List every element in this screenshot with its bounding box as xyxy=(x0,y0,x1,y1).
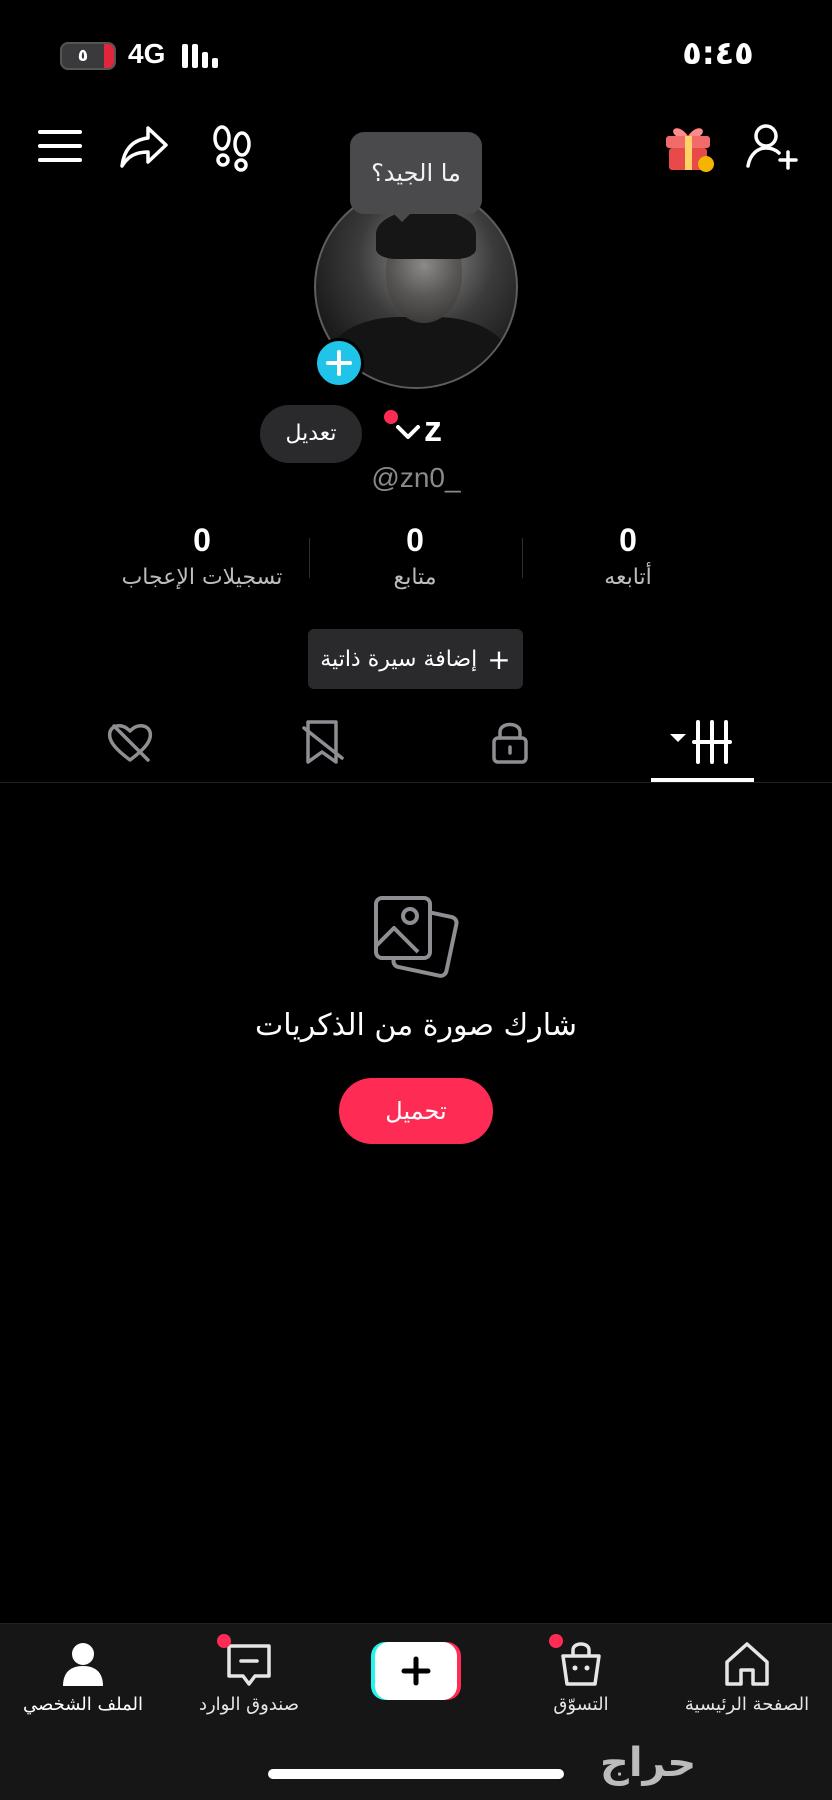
likes-stat[interactable]: 0 تسجيلات الإعجاب xyxy=(102,522,302,590)
gift-icon[interactable] xyxy=(660,118,716,174)
status-tooltip[interactable]: ما الجيد؟ xyxy=(350,132,482,214)
following-label: أتابعه xyxy=(604,565,652,590)
nav-shop[interactable]: التسوّق xyxy=(498,1634,664,1715)
followers-label: متابع xyxy=(393,565,437,590)
menu-icon[interactable] xyxy=(32,118,88,174)
upload-button[interactable]: تحميل xyxy=(339,1078,493,1144)
create-button[interactable] xyxy=(371,1642,461,1700)
private-lock-icon[interactable] xyxy=(484,716,536,768)
signal-icon xyxy=(182,42,218,68)
shop-icon xyxy=(549,1634,607,1690)
nav-inbox-label: صندوق الوارد xyxy=(198,1694,300,1715)
share-icon[interactable] xyxy=(116,118,172,174)
nav-profile[interactable]: الملف الشخصي xyxy=(0,1638,166,1715)
network-type: 4G xyxy=(128,38,166,69)
tooltip-arrow xyxy=(392,212,412,222)
inbox-icon xyxy=(217,1634,275,1690)
nav-profile-label: الملف الشخصي xyxy=(23,1694,143,1715)
profile-name[interactable]: z xyxy=(424,408,442,450)
empty-state-title: شارك صورة من الذكريات xyxy=(255,1008,577,1043)
chevron-down-icon[interactable] xyxy=(394,422,422,442)
add-bio-button[interactable]: + إضافة سيرة ذاتية xyxy=(308,629,523,689)
divider xyxy=(0,782,832,783)
following-stat[interactable]: 0 أتابعه xyxy=(528,522,728,590)
profile-icon xyxy=(57,1638,109,1690)
likes-label: تسجيلات الإعجاب xyxy=(121,565,283,590)
notification-dot xyxy=(549,1634,563,1648)
nav-home-label: الصفحة الرئيسية xyxy=(684,1694,810,1715)
battery-level: ٥ xyxy=(77,46,89,66)
divider xyxy=(522,538,523,578)
battery-indicator: ٥ xyxy=(60,42,116,70)
videos-grid-icon[interactable] xyxy=(670,716,734,768)
notification-dot xyxy=(217,1634,231,1648)
home-indicator[interactable] xyxy=(268,1769,564,1779)
nav-home[interactable]: الصفحة الرئيسية xyxy=(664,1638,830,1715)
add-friend-icon[interactable] xyxy=(744,118,800,174)
add-avatar-button[interactable] xyxy=(314,338,364,388)
nav-shop-label: التسوّق xyxy=(553,1694,609,1715)
followers-count: 0 xyxy=(406,522,424,558)
following-count: 0 xyxy=(619,522,637,558)
likes-count: 0 xyxy=(193,522,211,558)
followers-stat[interactable]: 0 متابع xyxy=(315,522,515,590)
footprints-icon[interactable] xyxy=(204,118,260,174)
nav-inbox[interactable]: صندوق الوارد xyxy=(166,1634,332,1715)
favorites-hidden-icon[interactable] xyxy=(296,716,348,768)
add-bio-label: إضافة سيرة ذاتية xyxy=(320,646,478,672)
clock: ٥:٤٥ xyxy=(682,34,754,72)
photo-icon xyxy=(368,890,464,986)
watermark: حراج xyxy=(600,1740,697,1786)
home-icon xyxy=(721,1638,773,1690)
plus-icon: + xyxy=(487,642,511,676)
liked-hidden-icon[interactable] xyxy=(104,716,156,768)
profile-handle: @zn0_ xyxy=(371,462,461,493)
divider xyxy=(309,538,310,578)
edit-profile-button[interactable]: تعديل xyxy=(260,405,362,463)
